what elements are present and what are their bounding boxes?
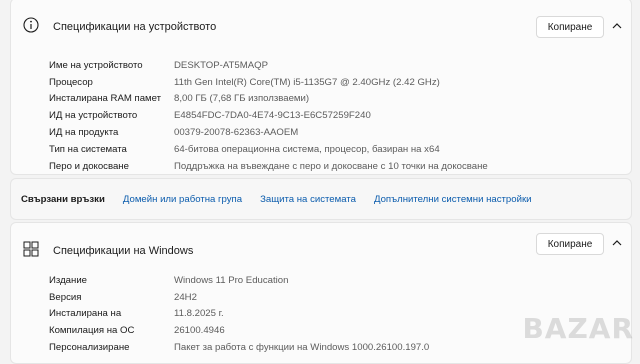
spec-value: 64-битова операционна система, процесор,…	[174, 143, 440, 155]
copy-device-specs-button[interactable]: Копиране	[536, 16, 604, 38]
device-specs-title: Спецификации на устройството	[53, 21, 217, 33]
spec-row: ИД на устройството E4854FDC-7DA0-4E74-9C…	[49, 107, 621, 124]
spec-label: Версия	[49, 291, 82, 303]
spec-value: DESKTOP-AT5MAQP	[174, 59, 269, 71]
spec-label: Име на устройството	[49, 59, 143, 71]
spec-label: ИД на продукта	[49, 127, 119, 139]
windows-logo-icon	[23, 241, 39, 257]
spec-value: 11th Gen Intel(R) Core(TM) i5-1135G7 @ 2…	[174, 76, 440, 88]
link-system-protection[interactable]: Защита на системата	[260, 194, 356, 205]
device-specs-header[interactable]: Спецификации на устройството Копиране	[11, 0, 631, 51]
spec-label: Персонализиране	[49, 342, 130, 354]
related-links-title: Свързани връзки	[21, 193, 105, 205]
watermark-logo: BAZAR	[522, 312, 634, 345]
spec-label: Инсталирана RAM памет	[49, 93, 162, 105]
spec-label: Перо и докосване	[49, 160, 129, 172]
spec-label: Тип на системата	[49, 143, 127, 155]
device-specs-list: Име на устройството DESKTOP-AT5MAQP Проц…	[49, 57, 621, 175]
copy-windows-specs-button[interactable]: Копиране	[536, 233, 604, 255]
spec-label: Процесор	[49, 76, 93, 88]
spec-label: Инсталирана на	[49, 308, 122, 320]
spec-value: 00379-20078-62363-AAOEM	[174, 127, 299, 139]
spec-value: E4854FDC-7DA0-4E74-9C13-E6C57259F240	[174, 110, 371, 122]
spec-value: Поддръжка на въвеждане с перо и докосван…	[174, 160, 488, 172]
spec-row: Версия 24H2	[49, 289, 621, 306]
spec-row: ИД на продукта 00379-20078-62363-AAOEM	[49, 124, 621, 141]
link-domain-workgroup[interactable]: Домейн или работна група	[123, 194, 242, 205]
related-links-bar: Свързани връзки Домейн или работна група…	[10, 178, 632, 220]
spec-value: 8,00 ГБ (7,68 ГБ използваеми)	[174, 93, 310, 105]
spec-row: Име на устройството DESKTOP-AT5MAQP	[49, 57, 621, 74]
spec-row: Тип на системата 64-битова операционна с…	[49, 141, 621, 158]
spec-row: Процесор 11th Gen Intel(R) Core(TM) i5-1…	[49, 74, 621, 91]
spec-row: Инсталирана RAM памет 8,00 ГБ (7,68 ГБ и…	[49, 91, 621, 108]
spec-row: Перо и докосване Поддръжка на въвеждане …	[49, 158, 621, 175]
spec-label: ИД на устройството	[49, 110, 138, 122]
spec-row: Издание Windows 11 Pro Education	[49, 272, 621, 289]
link-advanced-system-settings[interactable]: Допълнителни системни настройки	[374, 194, 532, 205]
spec-value: 26100.4946	[174, 325, 225, 337]
device-specs-card: Спецификации на устройството Копиране Им…	[10, 0, 632, 175]
spec-label: Издание	[49, 274, 88, 286]
info-icon	[23, 17, 39, 33]
spec-value: 24H2	[174, 291, 197, 303]
spec-value: 11.8.2025 г.	[174, 308, 224, 320]
windows-specs-title: Спецификации на Windows	[53, 245, 194, 257]
chevron-up-icon[interactable]	[611, 237, 623, 249]
spec-value: Windows 11 Pro Education	[174, 274, 289, 286]
windows-specs-header[interactable]: Спецификации на Windows Копиране	[11, 223, 631, 275]
spec-label: Компилация на ОС	[49, 325, 135, 337]
chevron-up-icon[interactable]	[611, 20, 623, 32]
spec-value: Пакет за работа с функции на Windows 100…	[174, 342, 430, 354]
